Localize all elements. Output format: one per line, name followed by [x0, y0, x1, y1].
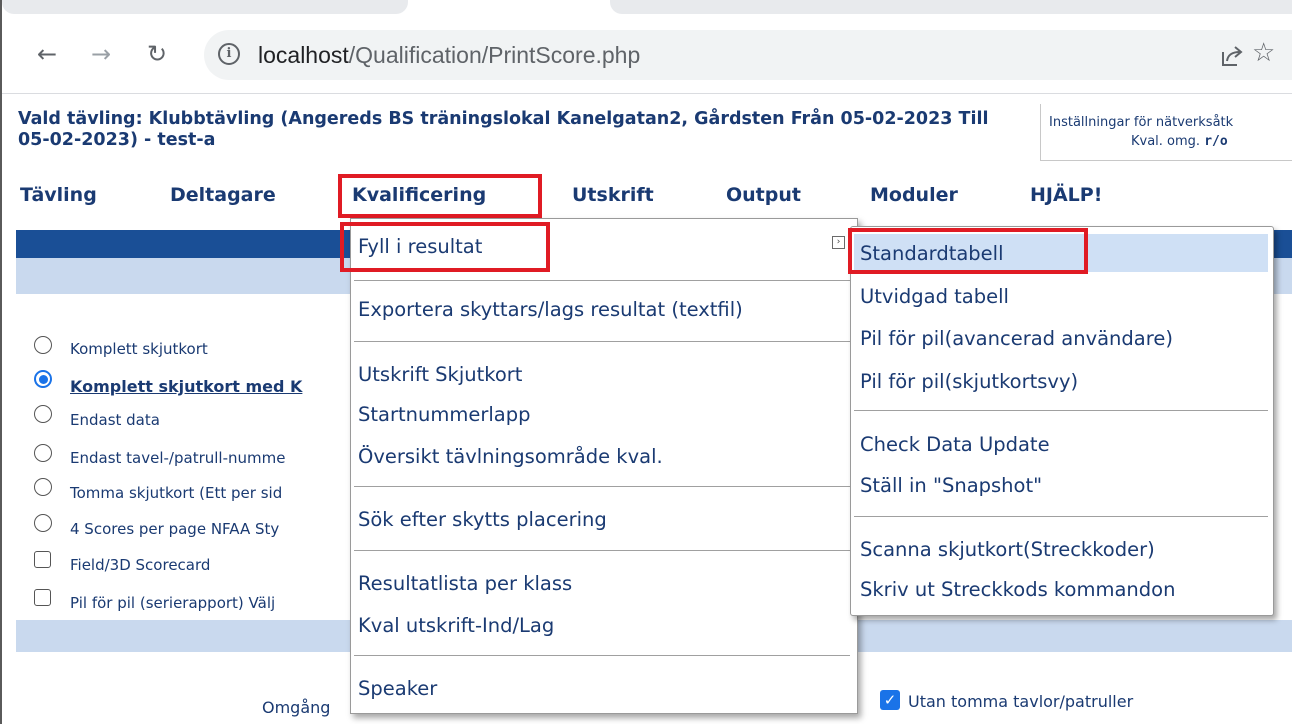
menu-item-tavling[interactable]: Tävling	[20, 184, 97, 206]
dropdown-item-utskrift-skjutkort[interactable]: Utskrift Skjutkort	[358, 363, 522, 386]
checkbox-label: Utan tomma tavlor/patruller	[908, 692, 1134, 711]
dropdown-item-exportera[interactable]: Exportera skyttars/lags resultat (textfi…	[358, 298, 743, 321]
option-label: Endast tavel-/patrull-numme	[70, 449, 286, 467]
dropdown-item-startnummerlapp[interactable]: Startnummerlapp	[358, 403, 530, 426]
round-label: Omgång	[262, 698, 331, 717]
option-label: Endast data	[70, 411, 160, 429]
dropdown-item-resultatlista[interactable]: Resultatlista per klass	[358, 572, 572, 595]
submenu-item-check-data-update[interactable]: Check Data Update	[860, 433, 1050, 456]
submenu-item-pil-for-pil-avancerad[interactable]: Pil för pil(avancerad användare)	[860, 327, 1173, 350]
dropdown-separator	[354, 280, 850, 281]
radio-only-target-patrol[interactable]	[34, 444, 52, 462]
submenu-separator	[854, 516, 1268, 517]
menu-item-hjalp[interactable]: HJÄLP!	[1030, 184, 1102, 206]
url-path: /Qualification/PrintScore.php	[348, 42, 641, 68]
checkbox-field-3d[interactable]	[34, 551, 51, 568]
reload-icon[interactable]: ↻	[142, 39, 172, 69]
dropdown-separator	[354, 655, 850, 656]
bookmark-star-icon[interactable]: ☆	[1252, 38, 1275, 68]
submenu-separator	[854, 410, 1268, 411]
competition-title: Vald tävling: Klubbtävling (Angereds BS …	[18, 109, 989, 150]
dropdown-separator	[354, 550, 850, 551]
submenu-item-scanna-skjutkort[interactable]: Scanna skjutkort(Streckkoder)	[860, 538, 1155, 561]
dropdown-item-kval-utskrift[interactable]: Kval utskrift-Ind/Lag	[358, 614, 554, 637]
tab-strip	[2, 0, 1292, 20]
radio-only-data[interactable]	[34, 405, 52, 423]
dropdown-item-oversikt[interactable]: Översikt tävlningsområde kval.	[358, 445, 663, 468]
back-arrow-icon[interactable]: ←	[32, 39, 62, 69]
submenu-item-snapshot[interactable]: Ställ in "Snapshot"	[860, 474, 1042, 497]
dropdown-separator	[354, 341, 850, 342]
highlight-standardtabell	[848, 228, 1088, 274]
settings-line-1: Inställningar för nätverksåtk	[1049, 115, 1234, 130]
settings-round-label: Kval. omg.	[1131, 134, 1201, 149]
settings-line-2: Kval. omg. r/o	[1131, 134, 1228, 149]
network-settings-box: Inställningar för nätverksåtk Kval. omg.…	[1040, 104, 1292, 161]
checkbox-arrow-by-arrow[interactable]	[34, 589, 51, 606]
submenu-item-utvidgad-tabell[interactable]: Utvidgad tabell	[860, 285, 1009, 308]
dropdown-item-sok-placering[interactable]: Sök efter skytts placering	[358, 508, 607, 531]
submenu-item-pil-for-pil-skjutkortsvy[interactable]: Pil för pil(skjutkortsvy)	[860, 370, 1078, 393]
dropdown-separator	[354, 486, 850, 487]
radio-complete-scorecard[interactable]	[34, 336, 52, 354]
menu-item-deltagare[interactable]: Deltagare	[170, 184, 276, 206]
menu-item-utskrift[interactable]: Utskrift	[572, 184, 654, 206]
option-label: Pil för pil (serierapport) Välj	[70, 594, 276, 612]
option-label: Field/3D Scorecard	[70, 556, 211, 574]
dropdown-item-speaker[interactable]: Speaker	[358, 677, 437, 700]
highlight-fyll-i-resultat	[340, 222, 550, 272]
url-host: localhost	[258, 42, 349, 68]
menu-item-output[interactable]: Output	[726, 184, 801, 206]
option-label: Komplett skjutkort	[70, 340, 208, 358]
radio-empty-scorecards[interactable]	[34, 478, 52, 496]
option-label: Tomma skjutkort (Ett per sid	[70, 484, 283, 502]
submenu-arrow-icon: ›	[832, 236, 845, 249]
option-label: 4 Scores per page NFAA Sty	[70, 520, 280, 538]
radio-complete-scorecard-with-k[interactable]	[34, 370, 52, 388]
site-info-icon[interactable]: i	[218, 43, 240, 65]
menu-item-moduler[interactable]: Moduler	[870, 184, 958, 206]
forward-arrow-icon[interactable]: →	[86, 39, 116, 69]
submenu-item-streckkods-kommandon[interactable]: Skriv ut Streckkods kommandon	[860, 578, 1175, 601]
highlight-kvalificering	[338, 174, 542, 218]
settings-round-value: r/o	[1204, 134, 1228, 149]
share-icon[interactable]	[1220, 44, 1244, 68]
checkbox-without-empty-targets[interactable]: ✓	[880, 690, 900, 710]
browser-tab-right[interactable]	[610, 0, 1292, 14]
url-text[interactable]: localhost/Qualification/PrintScore.php	[258, 40, 640, 70]
option-label-selected: Komplett skjutkort med K	[70, 377, 303, 396]
browser-tab-left[interactable]	[2, 0, 408, 14]
radio-4-scores-per-page[interactable]	[34, 514, 52, 532]
